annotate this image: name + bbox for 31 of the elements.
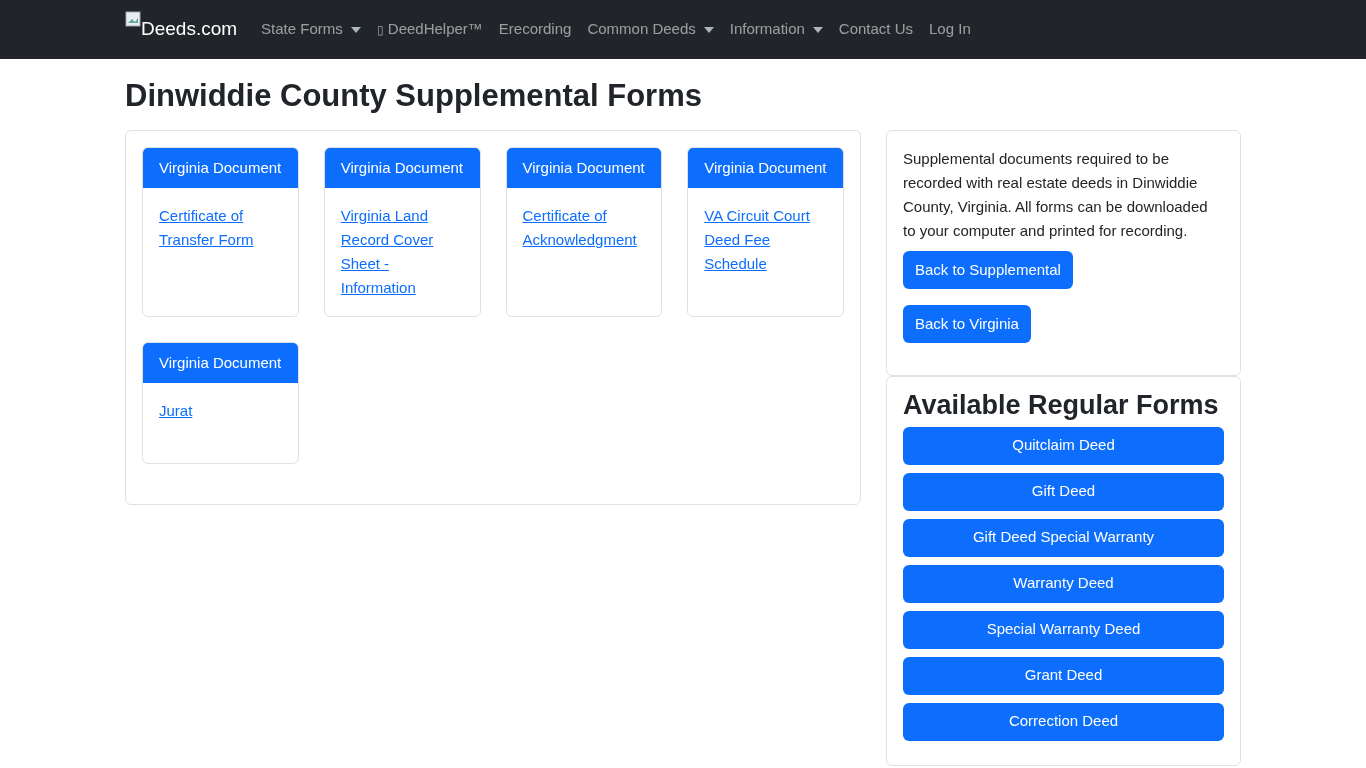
- back-button[interactable]: Back to Virginia: [903, 304, 1031, 343]
- nav-link[interactable]: Common Deeds: [579, 18, 722, 41]
- card-header: Virginia Document: [143, 342, 298, 383]
- document-link[interactable]: VA Circuit Court Deed Fee Schedule: [704, 203, 827, 276]
- nav-link[interactable]: Log In: [921, 18, 979, 41]
- form-button[interactable]: Correction Deed: [903, 702, 1224, 741]
- form-button[interactable]: Gift Deed Special Warranty: [903, 518, 1224, 557]
- card-header: Virginia Document: [324, 147, 480, 188]
- document-link[interactable]: Jurat: [159, 398, 282, 423]
- card-header: Virginia Document: [143, 147, 298, 188]
- nav-link[interactable]: Information: [721, 18, 831, 41]
- form-button[interactable]: Grant Deed: [903, 656, 1224, 695]
- form-button[interactable]: Gift Deed: [903, 472, 1224, 511]
- card-header: Virginia Document: [688, 147, 843, 188]
- document-link[interactable]: Virginia Land Record Cover Sheet - Information: [340, 203, 464, 300]
- page-title: Dinwiddie County Supplemental Forms: [125, 77, 703, 115]
- description-text: Supplemental documents required to be recorded with real estate deeds in Dinwiddie County, Virginia. All forms can be downloaded to your computer and printed for recording.: [903, 148, 1209, 241]
- broken-image-icon: [125, 11, 141, 28]
- section-title: Available Regular Forms: [903, 388, 1220, 422]
- nav-link[interactable]: Contact Us: [830, 18, 922, 41]
- form-button[interactable]: Special Warranty Deed: [903, 610, 1224, 649]
- back-button[interactable]: Back to Supplemental: [903, 250, 1073, 289]
- brand-link[interactable]: Deeds.com: [125, 15, 238, 44]
- form-button[interactable]: Warranty Deed: [903, 564, 1224, 603]
- nav-link[interactable]: State Forms: [253, 18, 369, 41]
- form-button[interactable]: Quitclaim Deed: [903, 426, 1224, 465]
- document-link[interactable]: Certificate of Acknowledgment: [522, 203, 646, 252]
- document-link[interactable]: Certificate of Transfer Form: [159, 203, 282, 252]
- nav-link[interactable]: Erecording: [490, 18, 580, 41]
- card-header: Virginia Document: [506, 147, 662, 188]
- nav-link[interactable]: ▯ DeedHelper™: [368, 18, 491, 41]
